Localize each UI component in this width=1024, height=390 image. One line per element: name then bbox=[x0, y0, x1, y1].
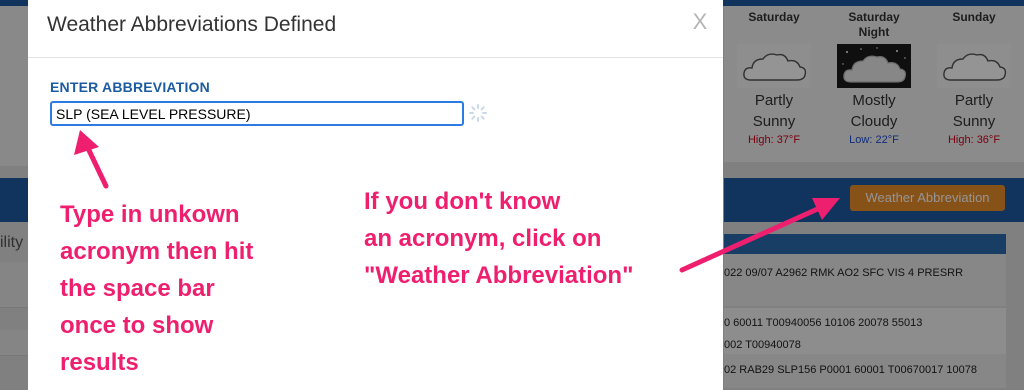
abbreviation-input[interactable] bbox=[50, 101, 464, 126]
loading-spinner-icon bbox=[469, 104, 487, 122]
annotation-left: Type in unkown acronym then hit the spac… bbox=[60, 201, 254, 376]
close-icon[interactable]: X bbox=[688, 10, 712, 34]
modal-header: Weather Abbreviations Defined X bbox=[28, 0, 723, 58]
modal-title: Weather Abbreviations Defined bbox=[47, 13, 337, 36]
abbreviation-label: ENTER ABBREVIATION bbox=[50, 79, 210, 95]
annotation-right: If you don't know an acronym, click on "… bbox=[364, 188, 634, 289]
